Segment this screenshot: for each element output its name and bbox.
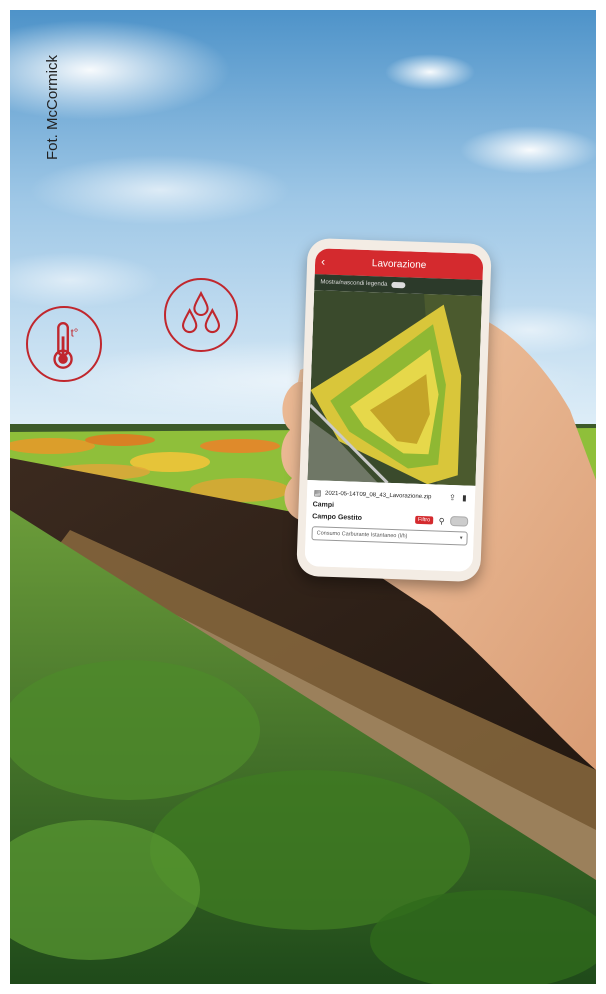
details-panel: ▤ 2021-05-14T09_08_43_Lavorazione.zip ⇪ … [304,480,476,572]
photo-scene: Fot. McCormick t° ‹ Lavorazione Mostra/n… [10,10,596,984]
select-value: Consumo Carburante Istantaneo (l/h) [316,530,408,540]
file-name: 2021-05-14T09_08_43_Lavorazione.zip [324,490,432,500]
field-label: Campo Gestito [312,512,363,522]
thumb [266,370,326,570]
measure-select[interactable]: Consumo Carburante Istantaneo (l/h) ▾ [311,526,468,546]
share-icon[interactable]: ⇪ [448,493,457,502]
filter-badge[interactable]: Filtro [414,515,434,525]
search-icon[interactable]: ⚲ [437,516,446,525]
chevron-left-icon[interactable]: ‹ [321,254,325,268]
water-drops-icon [164,278,238,352]
chevron-down-icon: ▾ [459,535,463,542]
thermometer-icon: t° [26,306,102,382]
trash-icon[interactable]: ▮ [460,493,469,502]
svg-text:t°: t° [71,327,79,339]
yield-map[interactable] [307,290,483,486]
field-switch[interactable] [449,516,469,527]
app-title: Lavorazione [371,257,427,271]
legend-toggle[interactable] [391,281,406,289]
legend-toggle-label: Mostra/nascondi legenda [320,279,388,288]
photo-credit: Fot. McCormick [44,55,61,160]
phone-screen: ‹ Lavorazione Mostra/nascondi legenda ▤ … [304,248,484,572]
